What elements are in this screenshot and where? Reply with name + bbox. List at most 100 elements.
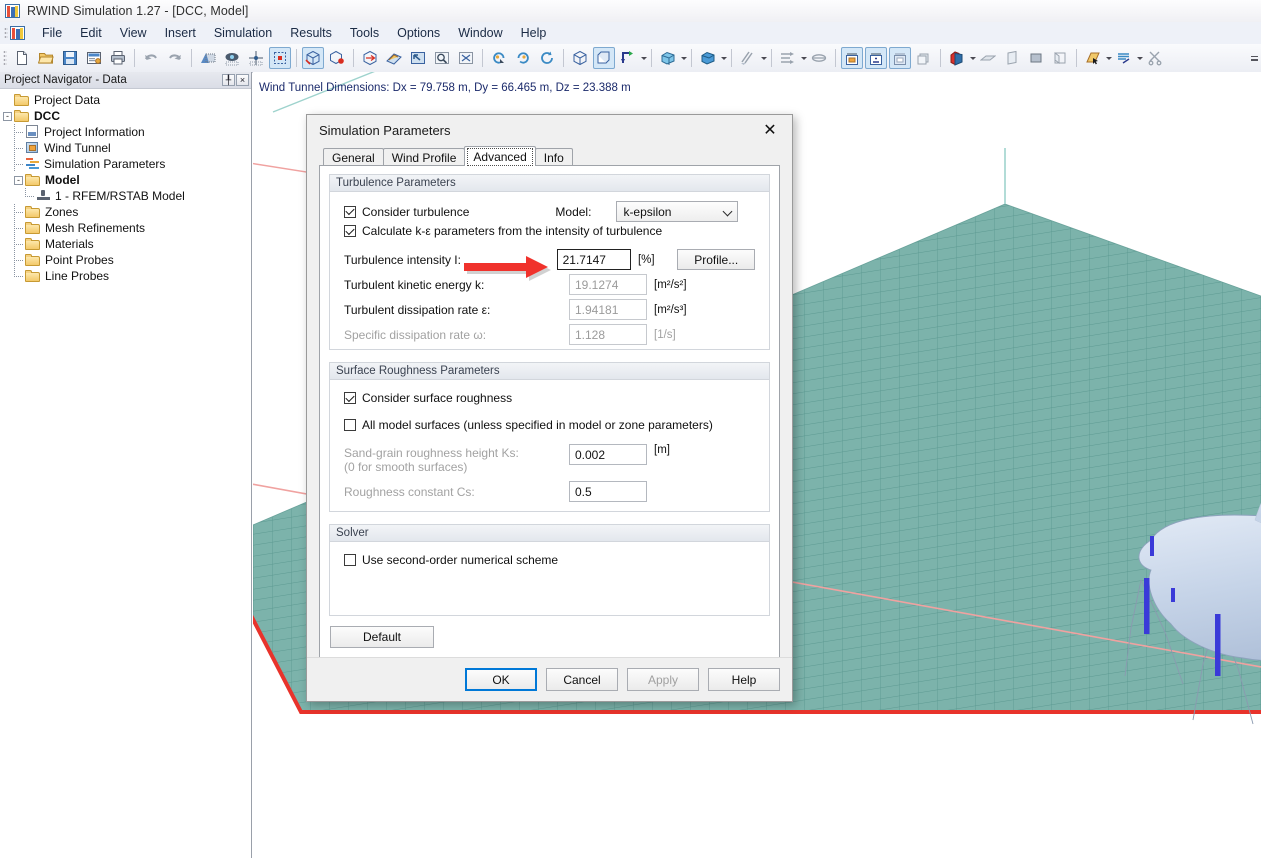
redo-arrow-icon[interactable]	[164, 47, 186, 69]
rotate-right-icon[interactable]	[512, 47, 534, 69]
wind-tunnel-model-icon[interactable]	[865, 47, 887, 69]
selection-box-icon[interactable]	[269, 47, 291, 69]
flow-arrows-dropdown-icon[interactable]	[800, 47, 807, 69]
menu-grip-handle[interactable]	[4, 26, 8, 40]
consider-surface-roughness-checkbox[interactable]	[344, 392, 356, 404]
tab-advanced[interactable]: Advanced	[464, 146, 536, 166]
menu-item-options[interactable]: Options	[388, 23, 449, 43]
tree-item-mesh-refinements[interactable]: Mesh Refinements	[3, 220, 251, 236]
wireframe-cube-icon[interactable]	[569, 47, 591, 69]
colored-cube-icon[interactable]	[946, 47, 968, 69]
menu-item-edit[interactable]: Edit	[71, 23, 111, 43]
streamline-icon[interactable]	[808, 47, 830, 69]
rotate-left-icon[interactable]	[488, 47, 510, 69]
section-cut-icon[interactable]	[1001, 47, 1023, 69]
tree-item-model[interactable]: - Model	[3, 172, 251, 188]
plane-slice-icon[interactable]	[977, 47, 999, 69]
view-direction-icon[interactable]	[359, 47, 381, 69]
colored-cube-dropdown-icon[interactable]	[969, 47, 976, 69]
tree-item-dcc[interactable]: - DCC	[3, 108, 251, 124]
box-3d-icon[interactable]	[657, 47, 679, 69]
view-isometric-icon[interactable]	[302, 47, 324, 69]
rotate-refresh-icon[interactable]	[536, 47, 558, 69]
save-disk-icon[interactable]	[59, 47, 81, 69]
pick-surface-dropdown-icon[interactable]	[1105, 47, 1112, 69]
menu-item-view[interactable]: View	[111, 23, 156, 43]
tree-item-materials[interactable]: Materials	[3, 236, 251, 252]
print-preview-icon[interactable]	[83, 47, 105, 69]
tree-item-wind-tunnel[interactable]: Wind Tunnel	[3, 140, 251, 156]
visibility-eye-icon[interactable]	[221, 47, 243, 69]
expander-collapse-icon[interactable]: -	[3, 111, 12, 121]
turbulent-kinetic-energy-unit: [m²/s²]	[654, 278, 687, 291]
box-3d-dropdown-icon[interactable]	[680, 47, 687, 69]
zoom-previous-icon[interactable]	[407, 47, 429, 69]
navigator-pin-button[interactable]: ╀	[222, 74, 235, 86]
pick-surface-icon[interactable]	[1082, 47, 1104, 69]
tree-item-simulation-parameters[interactable]: Simulation Parameters	[3, 156, 251, 172]
toolbar-overflow-button[interactable]	[1249, 46, 1259, 70]
close-icon[interactable]: ✕	[748, 116, 792, 146]
isosurface-icon[interactable]	[1049, 47, 1071, 69]
print-icon[interactable]	[107, 47, 129, 69]
undo-arrow-icon[interactable]	[140, 47, 162, 69]
roughness-constant-input[interactable]: 0.5	[569, 481, 647, 502]
new-document-icon[interactable]	[11, 47, 33, 69]
tab-info[interactable]: Info	[534, 148, 573, 166]
expander-collapse-icon[interactable]: -	[14, 175, 23, 185]
hatch-pattern-icon[interactable]	[737, 47, 759, 69]
menu-item-insert[interactable]: Insert	[156, 23, 205, 43]
probe-tool-dropdown-icon[interactable]	[1136, 47, 1143, 69]
fill-surface-icon[interactable]	[1025, 47, 1047, 69]
consider-turbulence-checkbox[interactable]	[344, 205, 356, 218]
navigator-close-button[interactable]: ×	[236, 74, 249, 86]
toolbar-grip-handle[interactable]	[3, 50, 7, 66]
probe-tool-icon[interactable]	[1113, 47, 1135, 69]
wind-tunnel-back-icon[interactable]	[889, 47, 911, 69]
tree-item-rfem-rstab-model[interactable]: 1 - RFEM/RSTAB Model	[3, 188, 251, 204]
wind-tunnel-front-icon[interactable]	[841, 47, 863, 69]
all-model-surfaces-checkbox[interactable]	[344, 419, 356, 431]
zoom-fit-icon[interactable]	[455, 47, 477, 69]
menu-item-help[interactable]: Help	[512, 23, 556, 43]
open-folder-icon[interactable]	[35, 47, 57, 69]
move-arrows-dropdown-icon[interactable]	[640, 47, 647, 69]
pan-hand-icon[interactable]	[383, 47, 405, 69]
solid-cube-icon[interactable]	[593, 47, 615, 69]
zoom-window-icon[interactable]	[431, 47, 453, 69]
tree-item-zones[interactable]: Zones	[3, 204, 251, 220]
cancel-button[interactable]: Cancel	[546, 668, 618, 691]
render-mesh-icon[interactable]	[197, 47, 219, 69]
flow-arrows-icon[interactable]	[777, 47, 799, 69]
tab-general[interactable]: General	[323, 148, 384, 166]
ok-button[interactable]: OK	[465, 668, 537, 691]
turbulence-model-select[interactable]: k-epsilon	[616, 201, 739, 222]
menu-item-results[interactable]: Results	[281, 23, 341, 43]
move-arrows-icon[interactable]	[617, 47, 639, 69]
turbulence-intensity-input[interactable]: 21.7147	[556, 249, 631, 270]
sand-grain-roughness-input[interactable]: 0.002	[569, 444, 647, 465]
clone-object-icon[interactable]	[913, 47, 935, 69]
clip-scissors-icon[interactable]	[1144, 47, 1166, 69]
profile-button[interactable]: Profile...	[677, 249, 756, 270]
turbulent-dissipation-rate-label: Turbulent dissipation rate ε:	[344, 302, 491, 317]
tree-item-line-probes[interactable]: Line Probes	[3, 268, 251, 284]
tab-wind-profile[interactable]: Wind Profile	[382, 148, 466, 166]
calculate-k-epsilon-checkbox[interactable]	[344, 225, 356, 237]
view-rotate-icon[interactable]	[326, 47, 348, 69]
menu-item-window[interactable]: Window	[449, 23, 511, 43]
tab-label: Info	[543, 150, 564, 165]
menu-item-tools[interactable]: Tools	[341, 23, 388, 43]
tree-item-project-information[interactable]: Project Information	[3, 124, 251, 140]
tree-item-point-probes[interactable]: Point Probes	[3, 252, 251, 268]
menu-item-file[interactable]: File	[33, 23, 71, 43]
shade-cube-dropdown-icon[interactable]	[720, 47, 727, 69]
snap-grid-icon[interactable]	[245, 47, 267, 69]
second-order-scheme-checkbox[interactable]	[344, 554, 356, 566]
default-button[interactable]: Default	[330, 626, 434, 648]
hatch-pattern-dropdown-icon[interactable]	[760, 47, 767, 69]
menu-item-simulation[interactable]: Simulation	[205, 23, 281, 43]
tree-item-project-data[interactable]: Project Data	[3, 92, 251, 108]
shade-cube-icon[interactable]	[697, 47, 719, 69]
help-button[interactable]: Help	[708, 668, 780, 691]
